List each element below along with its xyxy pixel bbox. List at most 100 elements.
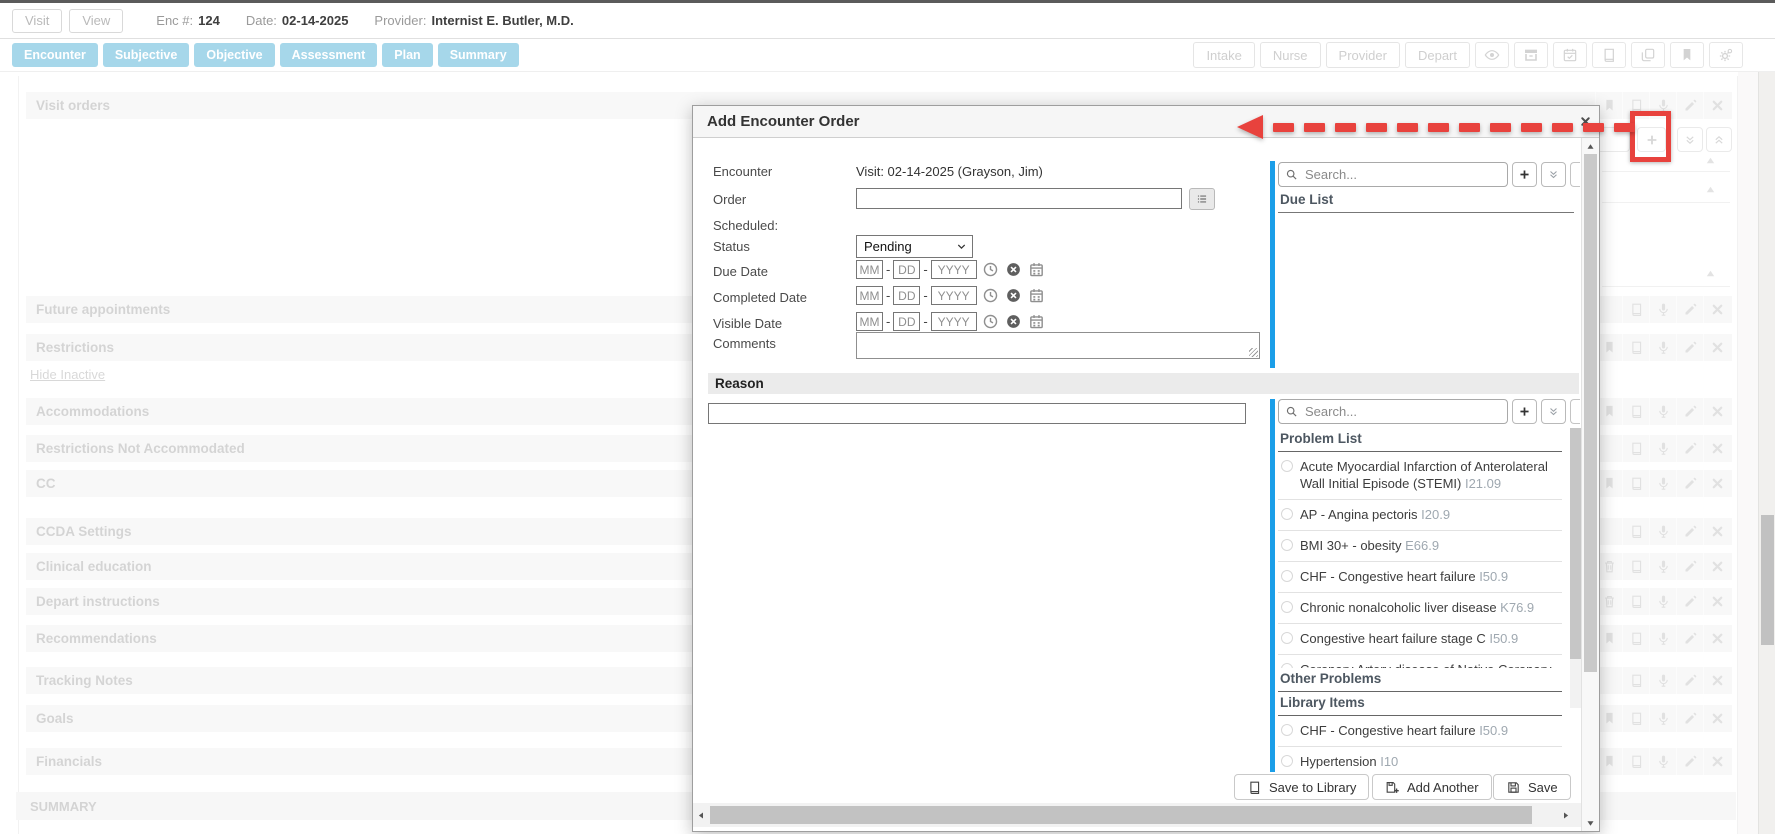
problem-item[interactable]: CHF - Congestive heart failure I50.9	[1278, 716, 1562, 747]
depart-button[interactable]: Depart	[1405, 42, 1470, 68]
scroll-down-button[interactable]	[1582, 816, 1599, 830]
book-button[interactable]	[1592, 42, 1626, 68]
due-search-row	[1278, 162, 1580, 187]
time-button[interactable]	[982, 313, 1000, 331]
modal-h-scrollbar-thumb[interactable]	[710, 806, 1532, 824]
reason-collapse-button[interactable]	[1570, 399, 1580, 424]
save-button[interactable]: Save	[1493, 774, 1571, 800]
calendar-button[interactable]	[1028, 313, 1046, 331]
scroll-left-button[interactable]	[693, 803, 709, 827]
problem-item[interactable]: CHF - Congestive heart failure I50.9	[1278, 562, 1562, 593]
bookmark-button[interactable]	[1670, 42, 1704, 68]
tab-assessment[interactable]: Assessment	[280, 43, 378, 67]
calendar-check-button[interactable]	[1553, 42, 1587, 68]
reason-expand-button[interactable]	[1541, 399, 1566, 424]
circlex-icon	[1005, 287, 1022, 304]
due-expand-button[interactable]	[1541, 162, 1566, 187]
order-input[interactable]	[856, 188, 1182, 209]
scroll-up-button[interactable]	[1582, 139, 1599, 153]
month-segment[interactable]: MM	[856, 286, 883, 305]
tab-encounter[interactable]: Encounter	[12, 43, 98, 67]
stage-buttons: IntakeNurseProviderDepart	[1193, 42, 1470, 68]
tab-objective[interactable]: Objective	[194, 43, 274, 67]
calendar-button[interactable]	[1028, 287, 1046, 305]
reason-search[interactable]	[1278, 399, 1508, 424]
modal-h-scrollbar[interactable]	[693, 803, 1581, 827]
day-segment[interactable]: DD	[893, 312, 920, 331]
page-scrollbar-thumb[interactable]	[1761, 515, 1774, 645]
arrow-dash	[1583, 123, 1604, 132]
modal-v-scrollbar-thumb[interactable]	[1584, 154, 1597, 672]
clear-date-button[interactable]	[1005, 261, 1023, 279]
problem-text: BMI 30+ - obesity	[1300, 538, 1405, 553]
calendar-button[interactable]	[1028, 261, 1046, 279]
due-search-input[interactable]	[1303, 166, 1501, 183]
reason-input[interactable]	[708, 403, 1246, 424]
scroll-right-button[interactable]	[1557, 803, 1573, 827]
add-another-button[interactable]: Add Another	[1372, 774, 1492, 800]
archive-button[interactable]	[1514, 42, 1548, 68]
clear-date-button[interactable]	[1005, 287, 1023, 305]
provider-button[interactable]: Provider	[1326, 42, 1400, 68]
month-segment[interactable]: MM	[856, 312, 883, 331]
library-items-header: Library Items	[1278, 692, 1562, 716]
eye-button[interactable]	[1475, 42, 1509, 68]
problem-text: Congestive heart failure stage C	[1300, 631, 1489, 646]
year-segment[interactable]: YYYY	[931, 312, 977, 331]
problem-text: Hypertension	[1300, 754, 1380, 769]
arrow-dash	[1459, 123, 1480, 132]
copy-button[interactable]	[1631, 42, 1665, 68]
save-to-library-button[interactable]: Save to Library	[1234, 774, 1369, 800]
due-add-button[interactable]	[1512, 162, 1537, 187]
radio-icon	[1281, 663, 1293, 668]
problem-item[interactable]: Chronic nonalcoholic liver disease K76.9	[1278, 593, 1562, 624]
tab-subjective[interactable]: Subjective	[103, 43, 190, 67]
problem-item[interactable]: Congestive heart failure stage C I50.9	[1278, 624, 1562, 655]
year-segment[interactable]: YYYY	[931, 286, 977, 305]
time-button[interactable]	[982, 287, 1000, 305]
clear-date-button[interactable]	[1005, 313, 1023, 331]
problem-item[interactable]: Coronary Artery disease of Native Corona…	[1278, 655, 1562, 668]
arrow-dash	[1614, 123, 1635, 132]
due-search[interactable]	[1278, 162, 1508, 187]
order-lookup-button[interactable]	[1189, 188, 1215, 210]
icd-code: I21.09	[1465, 476, 1501, 491]
page-scrollbar[interactable]	[1758, 3, 1775, 834]
problem-item[interactable]: AP - Angina pectoris I20.9	[1278, 500, 1562, 531]
order-label: Order	[713, 192, 746, 207]
icd-code: I20.9	[1421, 507, 1450, 522]
modal-v-scrollbar[interactable]	[1581, 138, 1599, 831]
arrow-dash	[1552, 123, 1573, 132]
floppyplus-icon	[1385, 780, 1400, 795]
radio-icon	[1281, 601, 1293, 613]
seldown-icon	[956, 241, 967, 252]
enc-date: Date:02-14-2025	[246, 13, 349, 28]
problem-text: CHF - Congestive heart failure	[1300, 723, 1479, 738]
year-segment[interactable]: YYYY	[931, 260, 977, 279]
problem-item[interactable]: BMI 30+ - obesity E66.9	[1278, 531, 1562, 562]
status-select[interactable]: Pending	[856, 235, 973, 258]
radio-icon	[1281, 570, 1293, 582]
day-segment[interactable]: DD	[893, 286, 920, 305]
view-tab[interactable]: View	[69, 9, 123, 33]
due-collapse-button[interactable]	[1570, 162, 1580, 187]
comments-textarea[interactable]	[856, 332, 1260, 359]
due-date-field: MM-DD-YYYY	[856, 260, 1046, 279]
intake-button[interactable]: Intake	[1193, 42, 1254, 68]
nurse-button[interactable]: Nurse	[1260, 42, 1321, 68]
circlex-icon	[1005, 313, 1022, 330]
arrow-dash	[1428, 123, 1449, 132]
time-button[interactable]	[982, 261, 1000, 279]
tab-summary[interactable]: Summary	[438, 43, 519, 67]
screen: Visit View Enc #:124 Date:02-14-2025 Pro…	[0, 0, 1775, 834]
problem-item[interactable]: Hypertension I10	[1278, 747, 1562, 773]
month-segment[interactable]: MM	[856, 260, 883, 279]
resize-grip-icon[interactable]	[1249, 348, 1258, 357]
visit-tab[interactable]: Visit	[12, 9, 62, 33]
tab-plan[interactable]: Plan	[382, 43, 432, 67]
problem-item[interactable]: Acute Myocardial Infarction of Anterolat…	[1278, 452, 1562, 500]
day-segment[interactable]: DD	[893, 260, 920, 279]
gears-button[interactable]	[1709, 42, 1743, 68]
reason-search-input[interactable]	[1303, 403, 1501, 420]
reason-add-button[interactable]	[1512, 399, 1537, 424]
